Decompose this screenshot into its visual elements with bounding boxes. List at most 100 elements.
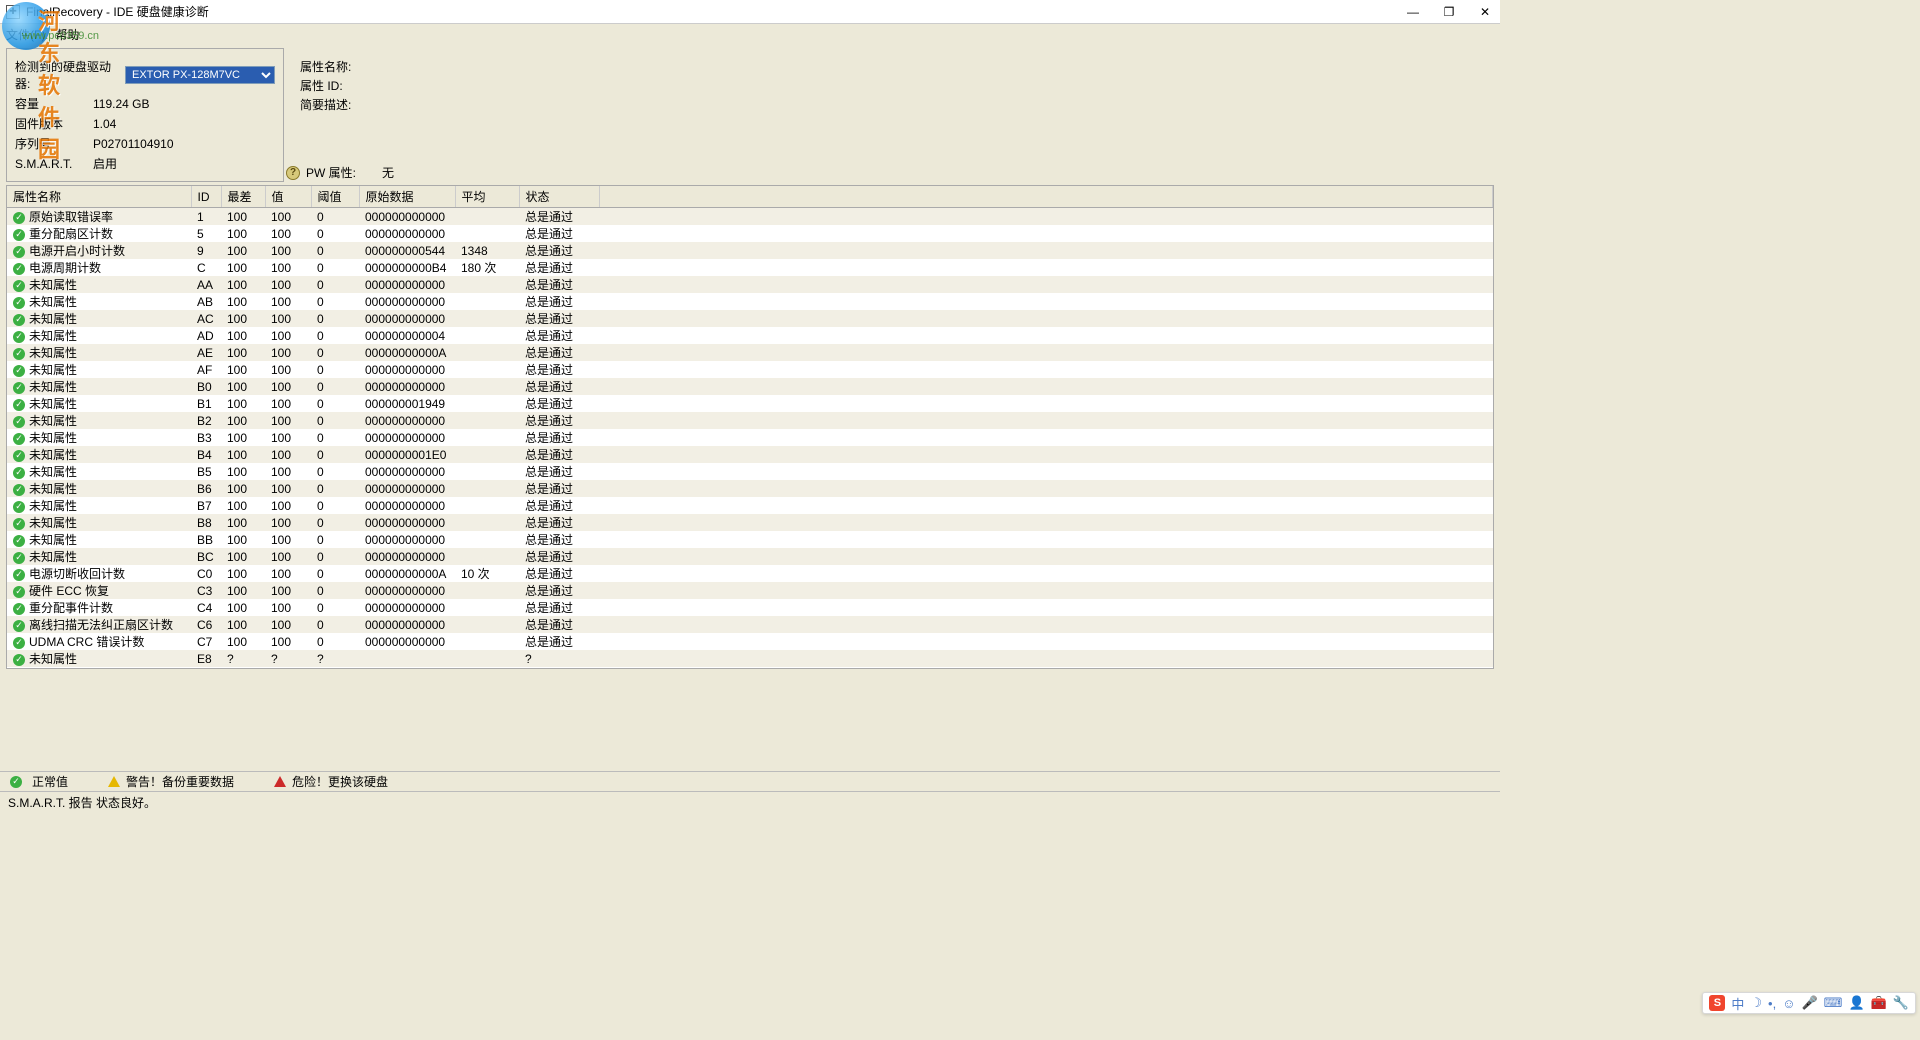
ok-icon: ✓ — [13, 280, 25, 292]
table-row[interactable]: ✓离线扫描无法纠正扇区计数C61001000000000000000总是通过 — [7, 616, 1493, 633]
firmware-value: 1.04 — [93, 117, 116, 131]
drive-select[interactable]: EXTOR PX-128M7VC — [125, 66, 275, 84]
serial-label: 序列号 — [15, 135, 93, 152]
serial-value: P02701104910 — [93, 137, 174, 151]
table-row[interactable]: ✓未知属性B61001000000000000000总是通过 — [7, 480, 1493, 497]
table-row[interactable]: ✓未知属性B21001000000000000000总是通过 — [7, 412, 1493, 429]
toolbox-icon[interactable]: 🧰 — [1871, 995, 1887, 1011]
table-row[interactable]: ✓电源切断收回计数C0100100000000000000A10 次总是通过 — [7, 565, 1493, 582]
punct-icon[interactable]: •, — [1768, 996, 1776, 1011]
table-row[interactable]: ✓原始读取错误率11001000000000000000总是通过 — [7, 208, 1493, 226]
col-6[interactable]: 平均 — [455, 186, 519, 208]
legend-warning: 警告！备份重要数据 — [126, 773, 234, 790]
table-row[interactable]: ✓未知属性AC1001000000000000000总是通过 — [7, 310, 1493, 327]
menu-file[interactable]: 文件(F) — [6, 26, 45, 43]
table-row[interactable]: ✓未知属性B11001000000000001949总是通过 — [7, 395, 1493, 412]
col-2[interactable]: 最差 — [221, 186, 265, 208]
capacity-value: 119.24 GB — [93, 97, 149, 111]
col-5[interactable]: 原始数据 — [359, 186, 455, 208]
table-row[interactable]: ✓电源开启小时计数910010000000000005441348总是通过 — [7, 242, 1493, 259]
wrench-icon[interactable]: 🔧 — [1893, 995, 1909, 1011]
table-row[interactable]: ✓未知属性E8???? — [7, 650, 1493, 667]
ok-icon: ✓ — [13, 518, 25, 530]
pw-attr-value: 无 — [382, 164, 394, 181]
table-row[interactable]: ✓未知属性E9100100000000000025E总是通过 — [7, 667, 1493, 669]
smart-table[interactable]: 属性名称ID最差值阈值原始数据平均状态 ✓原始读取错误率110010000000… — [6, 185, 1494, 669]
smart-value: 启用 — [93, 155, 117, 172]
table-row[interactable]: ✓未知属性AA1001000000000000000总是通过 — [7, 276, 1493, 293]
legend-danger: 危险！更换该硬盘 — [292, 773, 388, 790]
col-4[interactable]: 阈值 — [311, 186, 359, 208]
table-row[interactable]: ✓未知属性AB1001000000000000000总是通过 — [7, 293, 1493, 310]
table-row[interactable]: ✓重分配扇区计数51001000000000000000总是通过 — [7, 225, 1493, 242]
table-row[interactable]: ✓未知属性B410010000000000001E0总是通过 — [7, 446, 1493, 463]
ok-icon: ✓ — [13, 399, 25, 411]
person-icon[interactable]: 👤 — [1848, 995, 1864, 1011]
moon-icon[interactable]: ☽ — [1750, 995, 1762, 1011]
table-row[interactable]: ✓未知属性BB1001000000000000000总是通过 — [7, 531, 1493, 548]
firmware-label: 固件版本 — [15, 115, 93, 132]
minimize-button[interactable]: — — [1404, 3, 1422, 21]
ok-icon: ✓ — [13, 484, 25, 496]
ok-icon: ✓ — [13, 246, 25, 258]
help-icon[interactable]: ? — [286, 166, 300, 180]
ok-icon: ✓ — [13, 552, 25, 564]
attr-desc-label: 简要描述: — [300, 96, 351, 113]
keyboard-icon[interactable]: ⌨ — [1824, 995, 1843, 1011]
status-text: S.M.A.R.T. 报告 状态良好。 — [8, 794, 156, 811]
statusbar: S.M.A.R.T. 报告 状态良好。 — [0, 791, 1500, 813]
ok-icon: ✓ — [13, 603, 25, 615]
ok-icon: ✓ — [13, 467, 25, 479]
attribute-meta-panel: 属性名称: 属性 ID: 简要描述: — [300, 48, 351, 182]
titlebar: ✚ FinalRecovery - IDE 硬盘健康诊断 — ❐ ✕ — [0, 0, 1500, 24]
ok-icon: ✓ — [13, 297, 25, 309]
ime-tray[interactable]: S 中 ☽ •, ☺ 🎤 ⌨ 👤 🧰 🔧 — [1702, 992, 1916, 1014]
menu-help[interactable]: 帮助 — [55, 26, 79, 43]
col-1[interactable]: ID — [191, 186, 221, 208]
drive-info-panel: 检测到的硬盘驱动器: EXTOR PX-128M7VC 容量 119.24 GB… — [6, 48, 284, 182]
table-row[interactable]: ✓未知属性AD1001000000000000004总是通过 — [7, 327, 1493, 344]
ok-icon: ✓ — [13, 569, 25, 581]
maximize-button[interactable]: ❐ — [1440, 3, 1458, 21]
table-row[interactable]: ✓未知属性AE100100000000000000A总是通过 — [7, 344, 1493, 361]
ok-icon: ✓ — [13, 654, 25, 666]
ok-icon: ✓ — [13, 382, 25, 394]
ok-icon: ✓ — [13, 331, 25, 343]
ok-icon: ✓ — [13, 450, 25, 462]
attr-id-label: 属性 ID: — [300, 77, 351, 94]
table-row[interactable]: ✓重分配事件计数C41001000000000000000总是通过 — [7, 599, 1493, 616]
app-icon: ✚ — [6, 5, 20, 19]
sogou-icon[interactable]: S — [1709, 995, 1725, 1011]
mic-icon[interactable]: 🎤 — [1801, 995, 1817, 1011]
ok-icon: ✓ — [13, 365, 25, 377]
col-7[interactable]: 状态 — [519, 186, 599, 208]
table-row[interactable]: ✓未知属性B71001000000000000000总是通过 — [7, 497, 1493, 514]
smile-icon[interactable]: ☺ — [1782, 996, 1795, 1011]
ok-icon: ✓ — [13, 637, 25, 649]
table-row[interactable]: ✓UDMA CRC 错误计数C71001000000000000000总是通过 — [7, 633, 1493, 650]
drive-select-label: 检测到的硬盘驱动器: — [15, 58, 125, 92]
close-button[interactable]: ✕ — [1476, 3, 1494, 21]
col-3[interactable]: 值 — [265, 186, 311, 208]
capacity-label: 容量 — [15, 95, 93, 112]
legend-normal: 正常值 — [32, 773, 68, 790]
pw-attr-label: PW 属性: — [306, 164, 356, 181]
ok-icon: ✓ — [13, 586, 25, 598]
table-row[interactable]: ✓未知属性AF1001000000000000000总是通过 — [7, 361, 1493, 378]
ok-icon: ✓ — [13, 212, 25, 224]
table-row[interactable]: ✓未知属性B81001000000000000000总是通过 — [7, 514, 1493, 531]
ok-icon: ✓ — [13, 348, 25, 360]
table-row[interactable]: ✓电源周期计数C10010000000000000B4180 次总是通过 — [7, 259, 1493, 276]
table-row[interactable]: ✓未知属性BC1001000000000000000总是通过 — [7, 548, 1493, 565]
table-row[interactable]: ✓未知属性B51001000000000000000总是通过 — [7, 463, 1493, 480]
ime-cn[interactable]: 中 — [1731, 994, 1744, 1013]
attr-name-label: 属性名称: — [300, 58, 351, 75]
legend-bar: ✓ 正常值 警告！备份重要数据 危险！更换该硬盘 — [0, 771, 1500, 791]
table-row[interactable]: ✓未知属性B01001000000000000000总是通过 — [7, 378, 1493, 395]
ok-icon: ✓ — [13, 535, 25, 547]
table-row[interactable]: ✓未知属性B31001000000000000000总是通过 — [7, 429, 1493, 446]
col-0[interactable]: 属性名称 — [7, 186, 191, 208]
window-title: FinalRecovery - IDE 硬盘健康诊断 — [26, 3, 1404, 20]
table-row[interactable]: ✓硬件 ECC 恢复C31001000000000000000总是通过 — [7, 582, 1493, 599]
ok-icon: ✓ — [13, 433, 25, 445]
